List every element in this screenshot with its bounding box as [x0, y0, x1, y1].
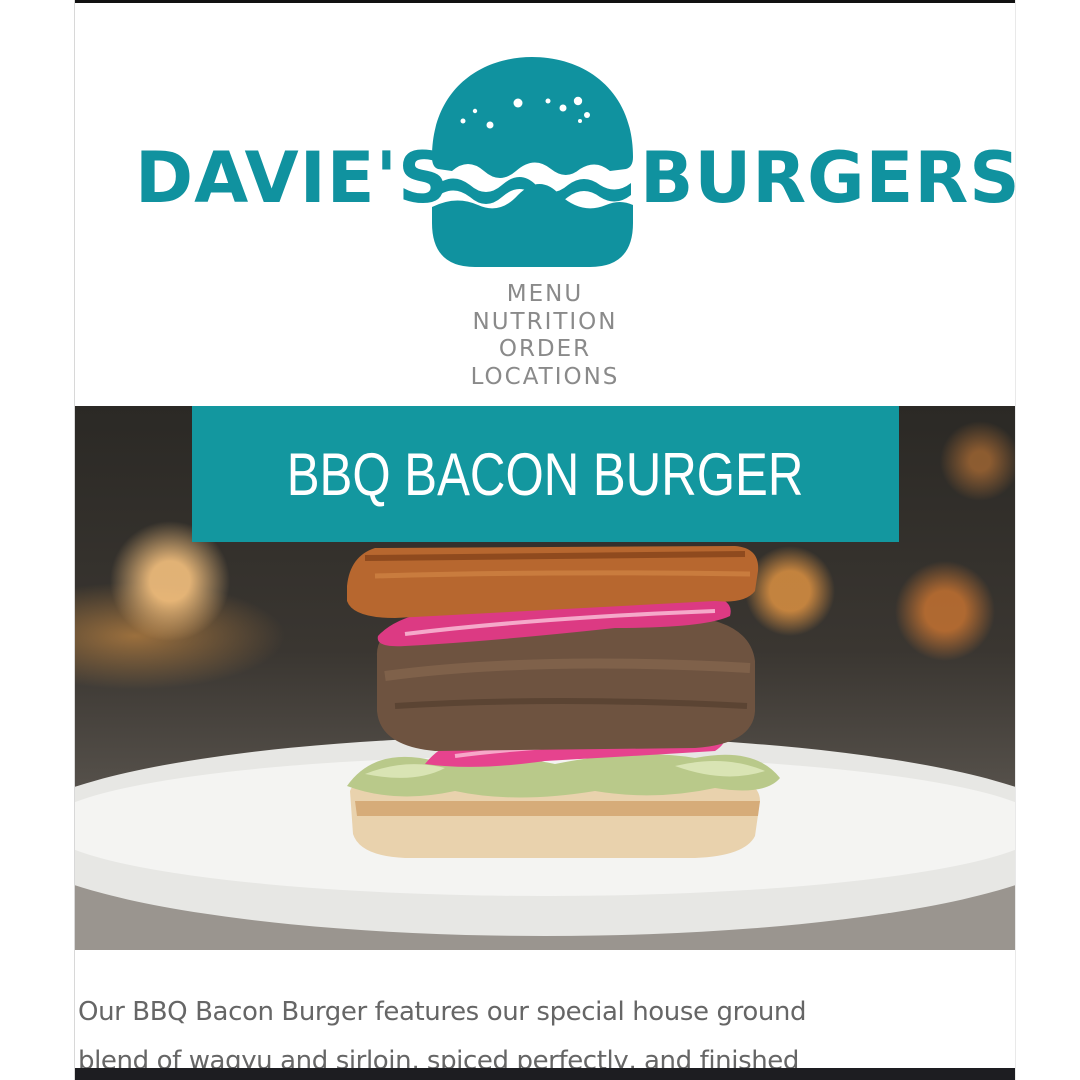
- hero-section: BBQ BACON BURGER: [75, 406, 1015, 950]
- nav-item-menu[interactable]: MENU: [75, 281, 1015, 309]
- right-rule: [1015, 0, 1016, 1080]
- description-line-1: Our BBQ Bacon Burger features our specia…: [78, 997, 807, 1027]
- top-border: [75, 0, 1015, 3]
- nav-item-locations[interactable]: LOCATIONS: [75, 364, 1015, 392]
- burger-description: Our BBQ Bacon Burger features our specia…: [78, 988, 878, 1080]
- page: DAVIE'S BURGERS MENU NUTRITION ORDER LOC…: [75, 0, 1015, 1080]
- site-logo[interactable]: DAVIE'S BURGERS: [75, 0, 1015, 280]
- left-rule: [74, 0, 75, 1080]
- hero-title: BBQ BACON BURGER: [287, 440, 804, 508]
- hero-title-banner: BBQ BACON BURGER: [192, 406, 899, 542]
- main-nav: MENU NUTRITION ORDER LOCATIONS: [75, 281, 1015, 391]
- nav-item-nutrition[interactable]: NUTRITION: [75, 309, 1015, 337]
- logo-word-left: DAVIE'S: [135, 137, 450, 219]
- nav-item-order[interactable]: ORDER: [75, 336, 1015, 364]
- bottom-bar: [75, 1068, 1015, 1080]
- logo-word-right: BURGERS: [640, 137, 1015, 219]
- burger-icon: [432, 57, 633, 267]
